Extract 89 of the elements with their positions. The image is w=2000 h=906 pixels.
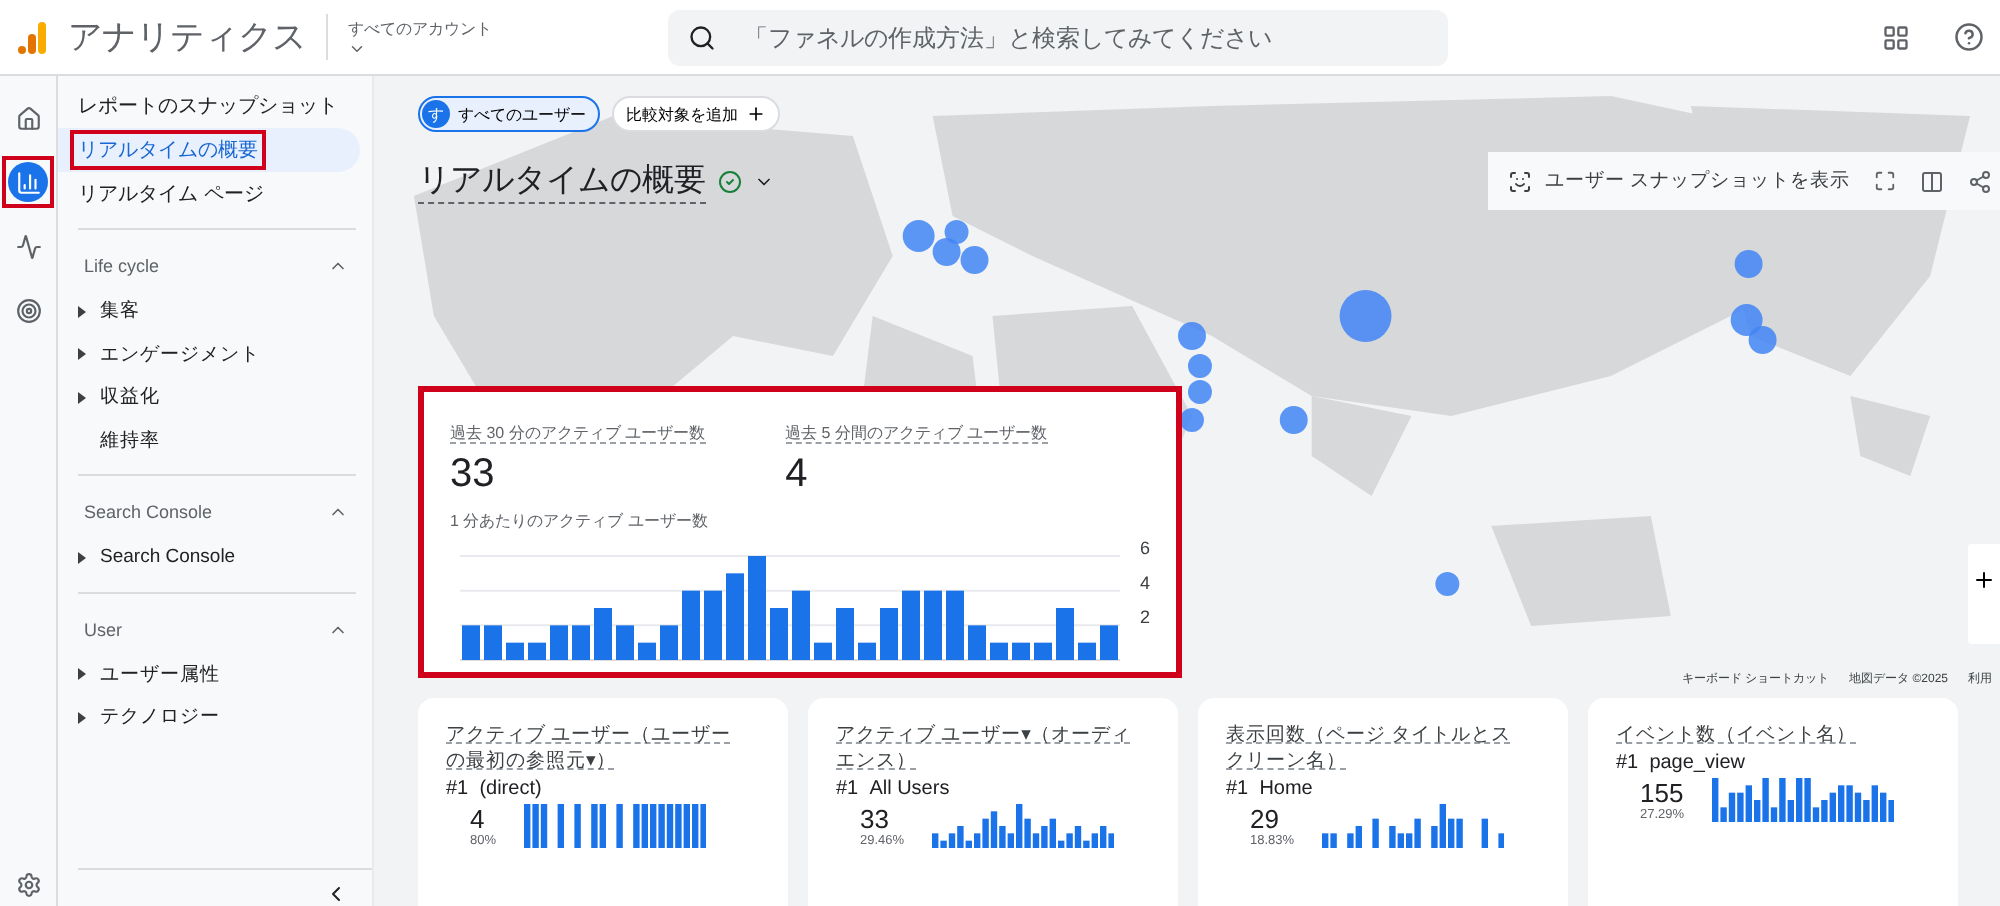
metric-value: 33 — [450, 452, 497, 498]
plus-icon — [746, 104, 766, 124]
expand-triangle-icon — [78, 668, 86, 681]
nav-item[interactable]: 集客 — [58, 290, 372, 333]
chart-bar — [858, 642, 876, 660]
share-icon[interactable] — [1968, 169, 1992, 193]
card-title[interactable]: イベント数（イベント名） — [1616, 722, 1916, 748]
segment-chip[interactable]: す すべてのユーザー — [418, 96, 600, 132]
section-header[interactable]: User — [58, 605, 372, 653]
card-title[interactable]: 表示回数（ページ タイトルとスクリーン名） — [1226, 722, 1526, 774]
user-scan-icon — [1508, 169, 1533, 193]
chart-bar — [924, 590, 942, 660]
metric-value: 4 — [785, 452, 810, 498]
check-icon — [718, 169, 742, 193]
card-value: 4 — [470, 804, 487, 834]
expand-triangle-icon — [78, 305, 86, 318]
help-icon[interactable] — [1954, 22, 1984, 52]
card-value: 33 — [860, 804, 891, 834]
chart-bar — [682, 590, 700, 660]
chart-bar — [880, 608, 898, 660]
axis-tick-label: 4 — [1140, 572, 1151, 593]
card-value: 155 — [1640, 778, 1685, 808]
fullscreen-icon[interactable] — [1874, 170, 1896, 192]
chart-bar — [792, 590, 810, 660]
chart-bar — [902, 590, 920, 660]
chart-bar — [660, 625, 678, 660]
bar-chart-icon[interactable] — [2, 156, 54, 208]
chart-bar — [968, 625, 986, 660]
chart-bar — [506, 642, 524, 660]
metric-label: 過去 30 分のアクティブ ユーザー数 — [450, 424, 706, 444]
compare-chip[interactable]: 比較対象を追加 — [612, 96, 780, 132]
columns-icon[interactable] — [1920, 169, 1944, 193]
nav-item[interactable]: リアルタイム ページ — [58, 172, 360, 216]
chart-title: 1 分あたりのアクティブ ユーザー数 — [450, 510, 710, 532]
chart-bar — [1100, 625, 1118, 660]
plus-icon — [1972, 568, 1996, 592]
chart-bar — [1034, 642, 1052, 660]
card-title[interactable]: アクティブ ユーザー▾（オーディエンス） — [836, 722, 1136, 774]
page-title: リアルタイムの概要 — [418, 159, 706, 203]
chart-bar — [550, 625, 568, 660]
chart-bar — [748, 556, 766, 660]
chart-bar — [572, 625, 590, 660]
chart-bar — [814, 642, 832, 660]
section-header[interactable]: Life cycle — [58, 242, 372, 290]
top-item-label: #1 Home — [1226, 778, 1315, 800]
nav-item[interactable]: レポートのスナップショット — [58, 84, 360, 128]
chart-bar — [638, 642, 656, 660]
nav-item[interactable]: 収益化 — [58, 376, 372, 419]
chart-bar — [836, 608, 854, 660]
settings-icon[interactable] — [15, 872, 41, 898]
chart-bar — [528, 642, 546, 660]
nav-item[interactable]: テクノロジー — [58, 696, 372, 739]
axis-tick-label: 6 — [1140, 538, 1151, 558]
chart-bar — [704, 590, 722, 660]
chart-bar — [594, 608, 612, 660]
chart-bar — [1012, 642, 1030, 660]
nav-item[interactable]: リアルタイムの概要 — [58, 128, 360, 172]
top-item-label: #1 All Users — [836, 778, 952, 800]
top-item-label: #1 page_view — [1616, 752, 1747, 774]
chart-bar — [462, 625, 480, 660]
expand-triangle-icon — [78, 711, 86, 724]
search-icon — [688, 23, 716, 51]
segment-avatar: す — [422, 100, 450, 128]
chart-bar — [616, 625, 634, 660]
expand-triangle-icon — [78, 348, 86, 361]
nav-item[interactable]: ユーザー属性 — [58, 653, 372, 696]
expand-triangle-icon — [78, 551, 86, 564]
nav-item[interactable]: エンゲージメント — [58, 333, 372, 376]
card-title[interactable]: アクティブ ユーザー（ユーザーの最初の参照元▾） — [446, 722, 746, 774]
chart-bar — [484, 625, 502, 660]
metric-label: 過去 5 分間のアクティブ ユーザー数 — [785, 424, 1048, 444]
account-selector[interactable]: すべてのアカウント — [348, 17, 492, 57]
search-field[interactable]: 「ファネルの作成方法」と検索してみてください — [668, 9, 1448, 65]
card-value: 29 — [1250, 804, 1281, 834]
section-header[interactable]: Search Console — [58, 488, 372, 536]
chart-bar — [946, 590, 964, 660]
top-item-label: #1 (direct) — [446, 778, 544, 800]
nav-item[interactable]: Search Console — [58, 536, 372, 579]
logo-icon — [16, 19, 48, 55]
chart-bar — [990, 642, 1008, 660]
axis-tick-label: 2 — [1140, 607, 1151, 628]
nav-item[interactable]: 維持率 — [58, 419, 372, 462]
chart-bar — [1078, 642, 1096, 660]
expand-triangle-icon — [78, 391, 86, 404]
apps-icon[interactable] — [1882, 23, 1910, 51]
chart-bar — [1056, 608, 1074, 660]
app-title: アナリティクス — [68, 14, 328, 60]
chart-bar — [726, 573, 744, 660]
chart-bar — [770, 608, 788, 660]
